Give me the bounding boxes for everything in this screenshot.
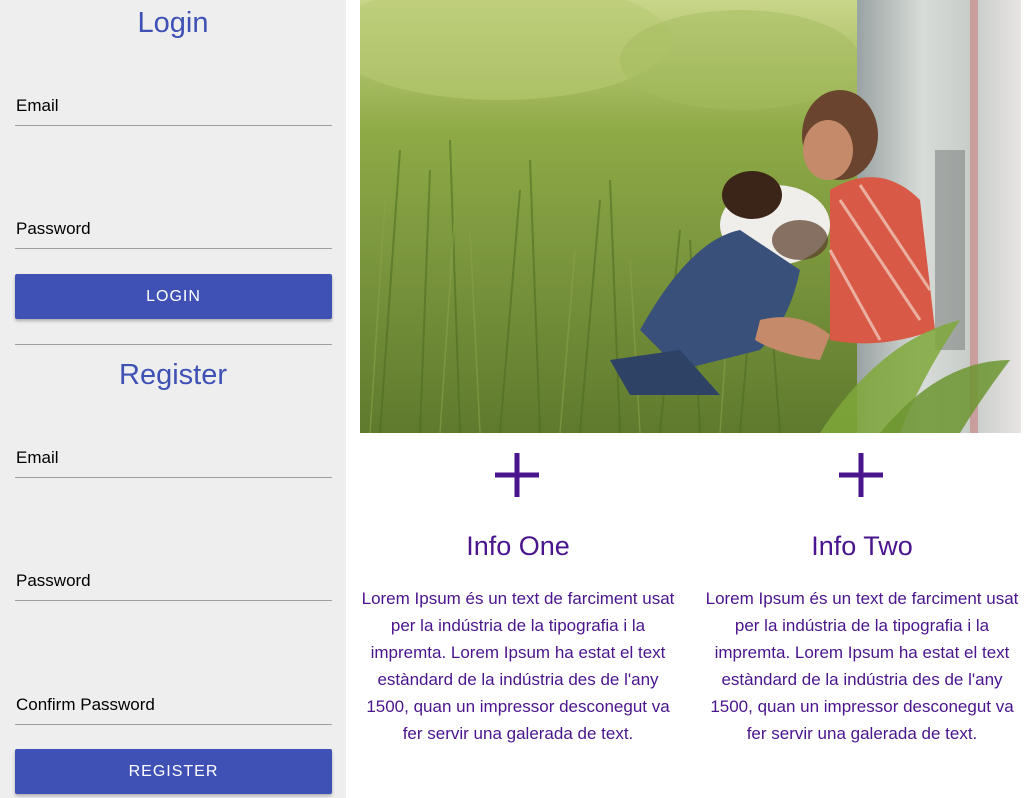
register-password-input[interactable] <box>15 570 332 600</box>
hero-photo <box>360 0 1021 433</box>
login-title: Login <box>137 7 209 39</box>
register-title: Register <box>119 359 227 391</box>
info-two-text: Lorem Ipsum és un text de farciment usat… <box>705 589 1019 743</box>
auth-sidebar: Login Email Password Login Register Emai… <box>0 0 346 798</box>
register-password-field[interactable]: Password <box>15 570 332 601</box>
register-email-input[interactable] <box>15 447 332 477</box>
info-one-title: Info One <box>466 531 570 561</box>
login-password-input[interactable] <box>15 218 332 248</box>
login-button[interactable]: Login <box>15 274 332 319</box>
plus-icon <box>839 453 883 497</box>
register-confirm-password-input[interactable] <box>15 694 332 724</box>
info-one-text: Lorem Ipsum és un text de farciment usat… <box>361 589 675 743</box>
login-password-field[interactable]: Password <box>15 218 332 249</box>
login-email-field[interactable]: Email <box>15 95 332 126</box>
login-email-input[interactable] <box>15 95 332 125</box>
plus-icon <box>495 453 539 497</box>
register-confirm-password-field[interactable]: Confirm Password <box>15 694 332 725</box>
register-email-field[interactable]: Email <box>15 447 332 478</box>
info-two-title: Info Two <box>811 531 913 561</box>
register-button[interactable]: Register <box>15 749 332 794</box>
section-divider <box>15 344 332 345</box>
